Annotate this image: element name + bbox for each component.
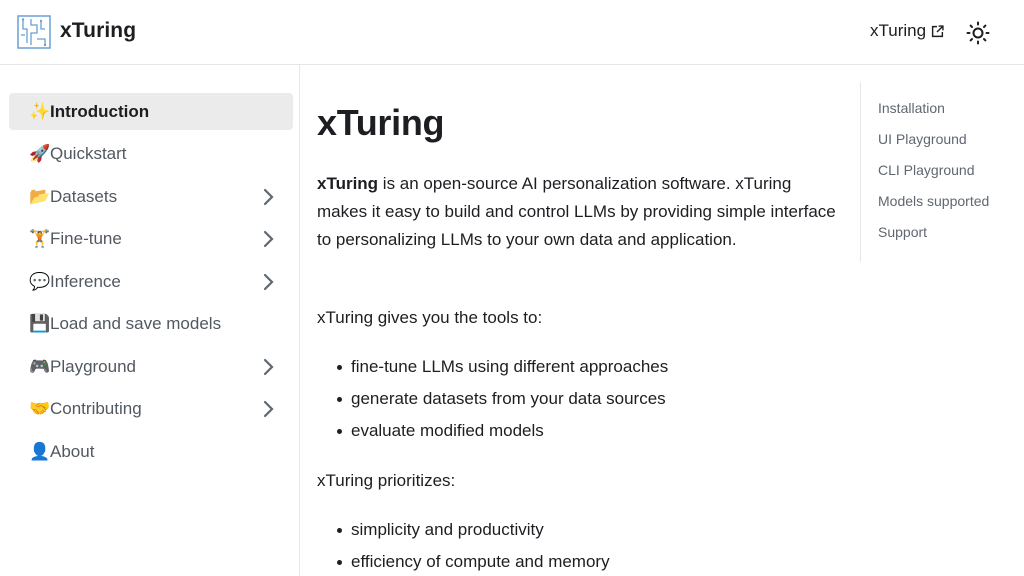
sidebar-item-label: Datasets (50, 186, 118, 206)
sidebar-item-label: Load and save models (50, 313, 222, 333)
sidebar-item-label: Inference (50, 271, 121, 291)
brand-title[interactable]: xTuring (60, 19, 136, 43)
weightlifter-icon: 🏋 (29, 228, 51, 249)
intro-paragraph: xTuring is an open-source AI personaliza… (317, 170, 837, 254)
sidebar-item-playground[interactable]: 🎮 Playground (9, 348, 293, 385)
tools-intro: xTuring gives you the tools to: (317, 308, 543, 327)
sidebar-item-contributing[interactable]: 🤝 Contributing (9, 390, 293, 427)
sidebar-item-label: Playground (50, 356, 137, 376)
handshake-icon: 🤝 (29, 398, 51, 419)
floppy-disk-icon: 💾 (29, 313, 51, 334)
toc-item-cli-playground[interactable]: CLI Playground (878, 162, 975, 178)
external-link-icon (931, 24, 944, 37)
navbar: xTuring xTuring (0, 0, 1024, 65)
list-item: efficiency of compute and memory (317, 546, 837, 576)
list-item: fine-tune LLMs using different approache… (317, 351, 837, 383)
chevron-right-icon[interactable] (262, 273, 276, 291)
page-title: xTuring (317, 102, 445, 143)
folder-icon: 📂 (29, 186, 51, 207)
rocket-icon: 🚀 (29, 143, 51, 164)
list-item: evaluate modified models (317, 415, 837, 447)
toc-item-ui-playground[interactable]: UI Playground (878, 131, 967, 147)
game-controller-icon: 🎮 (29, 356, 51, 377)
intro-text: is an open-source AI personalization sof… (317, 174, 836, 249)
sidebar-item-about[interactable]: 👤 About (9, 433, 293, 470)
xturing-logo-icon[interactable] (17, 15, 51, 49)
sidebar-item-label: Introduction (50, 101, 150, 121)
speech-bubble-icon: 💬 (29, 271, 51, 292)
sidebar-item-inference[interactable]: 💬 Inference (9, 263, 293, 300)
priorities-intro: xTuring prioritizes: (317, 471, 456, 490)
list-item: simplicity and productivity (317, 514, 837, 546)
priorities-list: simplicity and productivity efficiency o… (317, 514, 837, 576)
sidebar-item-label: Quickstart (50, 143, 127, 163)
sidebar-item-load-and-save-models[interactable]: 💾 Load and save models (9, 305, 293, 342)
sidebar-item-introduction[interactable]: ✨ Introduction (9, 93, 293, 130)
sidebar-item-label: Fine-tune (50, 228, 122, 248)
intro-bold-name: xTuring (317, 174, 379, 193)
chevron-right-icon[interactable] (262, 400, 276, 418)
sidebar-item-datasets[interactable]: 📂 Datasets (9, 178, 293, 215)
tools-list: fine-tune LLMs using different approache… (317, 351, 837, 447)
chevron-right-icon[interactable] (262, 358, 276, 376)
table-of-contents: Installation UI Playground CLI Playgroun… (860, 82, 1024, 262)
user-icon: 👤 (29, 441, 51, 462)
sparkles-icon: ✨ (29, 101, 51, 122)
xturing-external-link[interactable]: xTuring (870, 21, 944, 41)
list-item: generate datasets from your data sources (317, 383, 837, 415)
chevron-right-icon[interactable] (262, 230, 276, 248)
sidebar-item-quickstart[interactable]: 🚀 Quickstart (9, 135, 293, 172)
sidebar-item-label: About (50, 441, 95, 461)
toc-item-support[interactable]: Support (878, 224, 927, 240)
sidebar-item-label: Contributing (50, 398, 142, 418)
external-link-label: xTuring (870, 21, 927, 40)
toc-item-models-supported[interactable]: Models supported (878, 193, 989, 209)
chevron-right-icon[interactable] (262, 188, 276, 206)
sidebar: ✨ Introduction 🚀 Quickstart 📂 Datasets 🏋 Fin… (0, 65, 300, 576)
toc-item-installation[interactable]: Installation (878, 100, 945, 116)
sun-icon (966, 21, 989, 44)
sidebar-item-fine-tune[interactable]: 🏋 Fine-tune (9, 220, 293, 257)
theme-toggle-button[interactable] (964, 19, 991, 46)
